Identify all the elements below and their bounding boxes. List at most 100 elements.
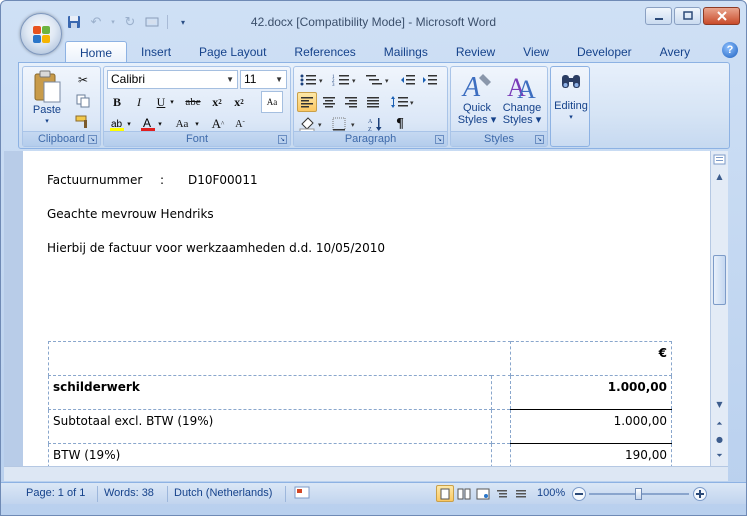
- font-launcher-icon[interactable]: ↘: [278, 135, 287, 144]
- full-screen-reading-icon[interactable]: [455, 485, 473, 502]
- decrease-indent-icon[interactable]: [398, 70, 418, 90]
- tab-references[interactable]: References: [280, 41, 369, 63]
- quick-styles-icon: A: [461, 72, 491, 102]
- quick-access-toolbar: ↶ ▾ ↻ ▾: [65, 11, 192, 33]
- web-layout-icon[interactable]: [474, 485, 492, 502]
- print-preview-icon[interactable]: [143, 13, 161, 31]
- zoom-in-icon[interactable]: [693, 487, 707, 501]
- close-button[interactable]: [703, 7, 740, 25]
- align-right-icon[interactable]: [341, 92, 361, 112]
- previous-page-icon[interactable]: ⏶: [712, 416, 727, 431]
- tab-avery[interactable]: Avery: [646, 41, 704, 63]
- svg-text:▾: ▾: [352, 77, 356, 85]
- undo-icon[interactable]: ↶: [87, 13, 105, 31]
- font-size-dropdown-icon: ▼: [275, 75, 283, 84]
- align-center-icon[interactable]: [319, 92, 339, 112]
- increase-indent-icon[interactable]: [420, 70, 440, 90]
- superscript-icon[interactable]: x2: [229, 92, 249, 112]
- invoice-number-label: Factuurnummer: [47, 173, 143, 187]
- svg-text:A: A: [368, 119, 373, 125]
- save-icon[interactable]: [65, 13, 83, 31]
- help-icon[interactable]: ?: [722, 42, 738, 58]
- bullets-icon[interactable]: ▾: [297, 70, 327, 90]
- draft-icon[interactable]: [512, 485, 530, 502]
- justify-icon[interactable]: [363, 92, 383, 112]
- group-paragraph: ▾ 1 2 3 ▾ ▾ ▾ ▾ ▾ A Z ¶ Paragraph ↘: [293, 66, 448, 147]
- svg-text:▾: ▾: [318, 121, 322, 129]
- tab-page-layout[interactable]: Page Layout: [185, 41, 280, 63]
- vertical-scrollbar[interactable]: ▲ ▼ ⏶ ● ⏷: [710, 151, 728, 466]
- document-area: Factuurnummer : D10F00011 Geachte mevrou…: [4, 151, 713, 466]
- line-spacing-icon[interactable]: ▾: [388, 92, 418, 112]
- font-name-combo[interactable]: Calibri ▼: [107, 70, 238, 89]
- invoice-number-value: D10F00011: [188, 173, 258, 187]
- tab-home[interactable]: Home: [65, 41, 128, 63]
- customize-qat-icon[interactable]: ▾: [174, 13, 192, 31]
- word-count[interactable]: Words: 38: [104, 487, 154, 499]
- font-size-combo[interactable]: 11 ▼: [240, 70, 287, 89]
- styles-launcher-icon[interactable]: ↘: [535, 135, 544, 144]
- language-indicator[interactable]: Dutch (Netherlands): [174, 487, 272, 499]
- office-logo-icon: [32, 25, 51, 44]
- horizontal-scrollbar[interactable]: [4, 466, 728, 481]
- quick-styles-button[interactable]: A Quick Styles ▾: [455, 70, 499, 126]
- ribbon: Paste ▾ ✂ Clipboard ↘ Calibri ▼ 11 ▼ B I…: [18, 62, 730, 149]
- row-label: schilderwerk: [48, 375, 492, 410]
- view-buttons: [436, 485, 530, 502]
- outline-icon[interactable]: [493, 485, 511, 502]
- tab-developer[interactable]: Developer: [563, 41, 646, 63]
- tab-review[interactable]: Review: [442, 41, 509, 63]
- change-styles-button[interactable]: A A Change Styles ▾: [500, 70, 544, 126]
- editing-button[interactable]: Editing ▾: [551, 70, 591, 124]
- subscript-icon[interactable]: x2: [207, 92, 227, 112]
- redo-icon[interactable]: ↻: [121, 13, 139, 31]
- table-cell: [491, 409, 511, 444]
- numbering-icon[interactable]: 1 2 3 ▾: [330, 70, 360, 90]
- align-left-icon[interactable]: [297, 92, 317, 112]
- paragraph-launcher-icon[interactable]: ↘: [435, 135, 444, 144]
- tab-view[interactable]: View: [509, 41, 563, 63]
- paste-button[interactable]: Paste ▾: [27, 70, 67, 128]
- macro-recording-icon[interactable]: [294, 486, 310, 503]
- scroll-down-icon[interactable]: ▼: [712, 397, 727, 412]
- format-painter-icon[interactable]: [73, 112, 93, 132]
- underline-dropdown-icon[interactable]: ▾: [167, 92, 177, 112]
- cut-icon[interactable]: ✂: [73, 70, 93, 90]
- bold-icon[interactable]: B: [107, 92, 127, 112]
- currency-header: €: [510, 341, 672, 376]
- select-browse-object-icon[interactable]: ●: [712, 432, 727, 447]
- editing-label: Editing: [554, 100, 588, 112]
- minimize-button[interactable]: [645, 7, 672, 25]
- paste-label: Paste: [32, 104, 62, 116]
- restore-button[interactable]: [674, 7, 701, 25]
- vertical-scroll-thumb[interactable]: [713, 255, 726, 305]
- undo-dropdown-icon[interactable]: ▾: [109, 13, 117, 31]
- clear-formatting-icon[interactable]: Aa: [261, 91, 283, 113]
- tab-insert[interactable]: Insert: [127, 41, 185, 63]
- zoom-level[interactable]: 100%: [537, 487, 565, 499]
- document-page[interactable]: Factuurnummer : D10F00011 Geachte mevrou…: [23, 151, 713, 466]
- font-name-value: Calibri: [111, 72, 146, 86]
- copy-icon[interactable]: [73, 91, 93, 111]
- salutation-text: Geachte mevrouw Hendriks: [47, 207, 214, 221]
- view-ruler-icon[interactable]: [712, 153, 727, 168]
- next-page-icon[interactable]: ⏷: [712, 448, 727, 463]
- group-font: Calibri ▼ 11 ▼ B I U ▾ abe x2 x2 Aa ab ▾…: [103, 66, 291, 147]
- clipboard-launcher-icon[interactable]: ↘: [88, 135, 97, 144]
- zoom-out-icon[interactable]: [572, 487, 586, 501]
- zoom-slider-thumb[interactable]: [635, 488, 642, 500]
- table-row: Subtotaal excl. BTW (19%) 1.000,00: [48, 409, 672, 444]
- invoice-table: € schilderwerk 1.000,00 Subtotaal excl. …: [48, 341, 672, 466]
- paste-dropdown-icon: ▾: [45, 118, 49, 125]
- tab-mailings[interactable]: Mailings: [370, 41, 442, 63]
- italic-icon[interactable]: I: [129, 92, 149, 112]
- scroll-up-icon[interactable]: ▲: [712, 169, 727, 184]
- table-cell: [491, 375, 511, 410]
- change-styles-label-2: Styles ▾: [502, 114, 542, 126]
- page-count[interactable]: Page: 1 of 1: [26, 487, 85, 499]
- print-layout-icon[interactable]: [436, 485, 454, 502]
- office-button[interactable]: [20, 13, 62, 55]
- strikethrough-icon[interactable]: abe: [181, 92, 205, 112]
- status-separator: [285, 486, 286, 502]
- multilevel-list-icon[interactable]: ▾: [363, 70, 393, 90]
